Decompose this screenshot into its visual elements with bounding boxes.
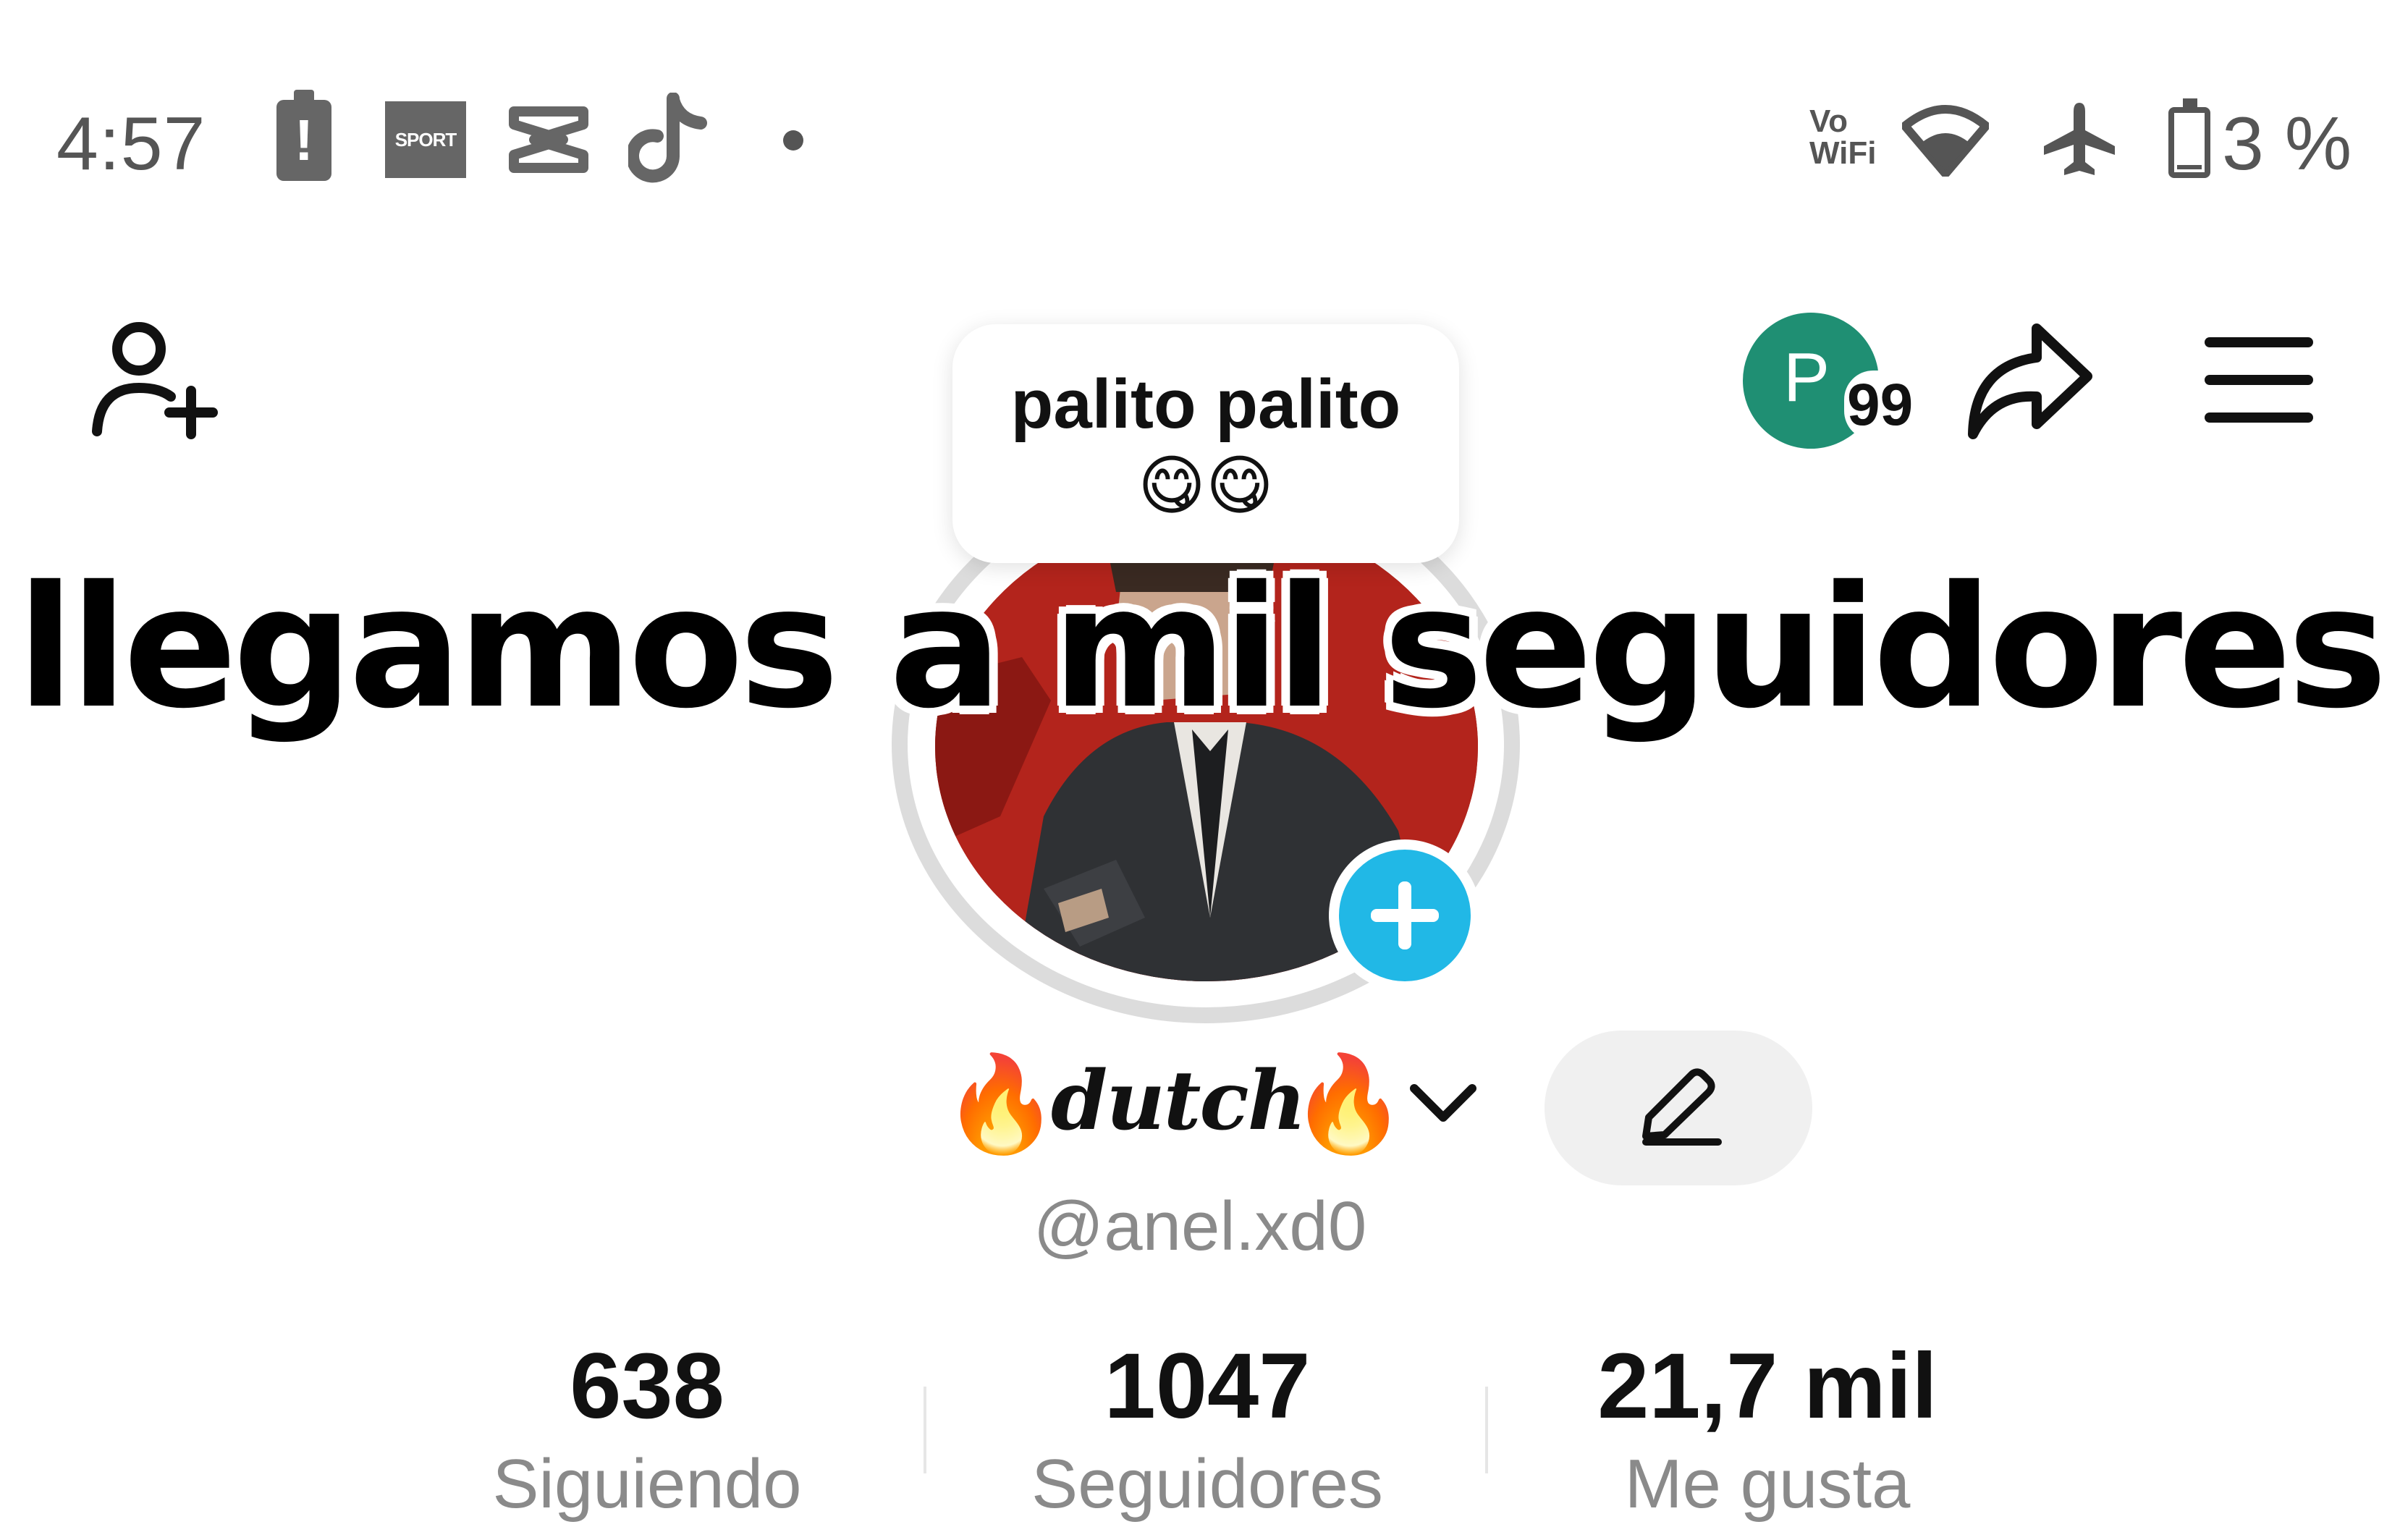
add-friend-icon[interactable] [90, 318, 220, 441]
vowifi-icon: Vo WiFi [1809, 106, 1876, 169]
stat-likes[interactable]: 21,7 mil Me gusta [1514, 1336, 2021, 1524]
edit-profile-button[interactable] [1545, 1031, 1812, 1185]
stat-label: Siguiendo [492, 1445, 802, 1523]
stat-followers[interactable]: 1047 Seguidores [954, 1336, 1461, 1524]
overlay-caption: llegamos a mil seguidores [17, 550, 2387, 745]
profile-views-count: 99 [1844, 371, 1917, 440]
status-clock: 4:57 [56, 102, 206, 186]
battery-percent: 3 % [2222, 102, 2352, 186]
stat-label: Me gusta [1624, 1445, 1911, 1523]
menu-icon[interactable] [2205, 337, 2313, 424]
pencil-icon [1642, 1068, 1722, 1146]
vowifi-line2: WiFi [1809, 135, 1877, 171]
stat-divider [1485, 1387, 1488, 1473]
fire-emoji-left: 🔥 [942, 1051, 1060, 1156]
menu-bar-middle [2205, 375, 2313, 385]
battery-alert-glyph: ! [294, 108, 314, 172]
sport-app-icon: SPORT [385, 101, 466, 178]
menu-bar-top [2205, 337, 2313, 347]
chevron-down-icon[interactable] [1408, 1078, 1478, 1129]
capcut-icon [509, 106, 588, 173]
wifi-icon [1902, 105, 1989, 177]
tiktok-icon [628, 93, 707, 183]
fire-emoji-right: 🔥 [1290, 1051, 1407, 1156]
username-handle: @anel.xd0 [1033, 1188, 1367, 1265]
stat-value: 21,7 mil [1597, 1334, 1938, 1438]
share-icon[interactable] [1964, 318, 2095, 441]
note-bubble[interactable]: palito palito 😋😋 [952, 324, 1459, 563]
profile-screen: 4:57 ! SPORT Vo WiFi 3 % P 99 palito pal… [0, 0, 2400, 1540]
vowifi-line1: Vo [1809, 103, 1848, 139]
profile-views-badge[interactable]: P 99 [1743, 313, 1917, 449]
stat-label: Seguidores [1031, 1445, 1383, 1523]
notification-dot-icon [783, 130, 803, 151]
add-story-button[interactable] [1329, 839, 1481, 991]
stat-following[interactable]: 638 Siguiendo [394, 1336, 900, 1524]
note-text: palito palito [1010, 365, 1401, 443]
airplane-mode-icon [2044, 103, 2115, 175]
note-emoji: 😋😋 [1138, 450, 1274, 522]
stat-divider [924, 1387, 926, 1473]
profile-views-letter: P [1783, 339, 1830, 416]
display-name: dutch [1051, 1054, 1306, 1148]
battery-alert-icon: ! [276, 90, 331, 181]
menu-bar-bottom [2205, 412, 2313, 423]
battery-icon [2168, 98, 2210, 178]
stat-value: 638 [570, 1334, 724, 1438]
status-bar: 4:57 ! SPORT Vo WiFi 3 % [0, 0, 2400, 188]
stat-value: 1047 [1104, 1334, 1311, 1438]
